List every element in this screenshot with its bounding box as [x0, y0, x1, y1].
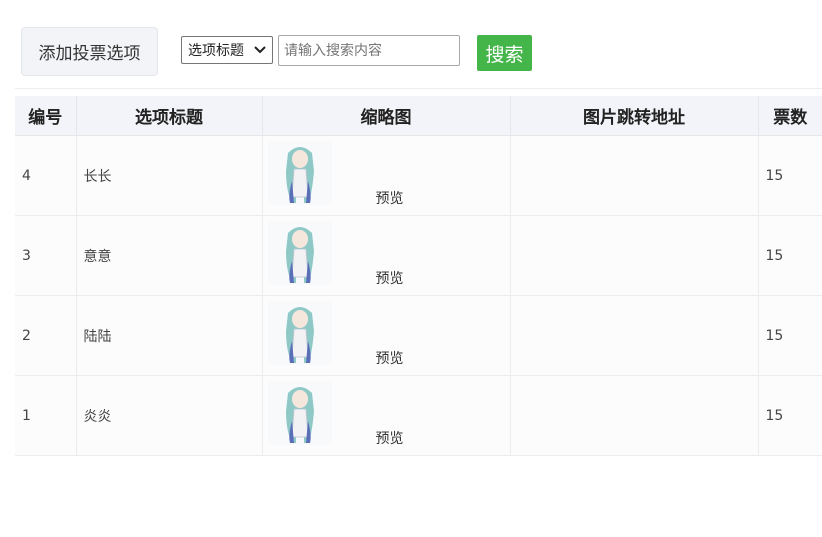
cell-id: 2 [15, 295, 77, 376]
cell-id: 3 [15, 215, 77, 296]
cell-votes: 15 [758, 135, 822, 216]
toolbar-divider [15, 88, 822, 89]
search-button[interactable]: 搜索 [477, 35, 532, 71]
cell-thumbnail: 预览 [262, 375, 511, 456]
cell-title: 意意 [76, 215, 263, 296]
cell-thumbnail: 预览 [262, 135, 511, 216]
table-row: 1 炎炎 预览 15 [15, 375, 822, 456]
cell-link [510, 295, 759, 376]
column-header-title: 选项标题 [76, 96, 263, 136]
chevron-down-icon [252, 42, 268, 58]
preview-link[interactable]: 预览 [376, 428, 404, 448]
table-row: 4 长长 预览 15 [15, 135, 822, 216]
search-field-select-value: 选项标题 [188, 43, 244, 59]
cell-link [510, 375, 759, 456]
column-header-votes: 票数 [758, 96, 822, 136]
preview-link[interactable]: 预览 [376, 348, 404, 368]
cell-thumbnail: 预览 [262, 215, 511, 296]
cell-link [510, 135, 759, 216]
table-header-row: 编号 选项标题 缩略图 图片跳转地址 票数 [15, 96, 822, 136]
character-image-icon [267, 141, 332, 205]
preview-link[interactable]: 预览 [376, 188, 404, 208]
character-image-icon [267, 221, 332, 285]
toolbar: 添加投票选项 选项标题 搜索 [0, 0, 822, 88]
character-image-icon [267, 301, 332, 365]
column-header-link: 图片跳转地址 [510, 96, 759, 136]
character-image-icon [267, 381, 332, 445]
cell-thumbnail: 预览 [262, 295, 511, 376]
table-row: 2 陆陆 预览 15 [15, 295, 822, 376]
vote-options-table: 编号 选项标题 缩略图 图片跳转地址 票数 4 长长 预览 15 3 意意 预览… [15, 96, 822, 456]
cell-id: 1 [15, 375, 77, 456]
search-field-select[interactable]: 选项标题 [181, 36, 273, 64]
cell-title: 陆陆 [76, 295, 263, 376]
cell-id: 4 [15, 135, 77, 216]
search-input[interactable] [278, 35, 460, 66]
cell-votes: 15 [758, 215, 822, 296]
table-row: 3 意意 预览 15 [15, 215, 822, 296]
column-header-id: 编号 [15, 96, 77, 136]
add-vote-option-button[interactable]: 添加投票选项 [21, 27, 158, 76]
cell-votes: 15 [758, 375, 822, 456]
column-header-thumbnail: 缩略图 [262, 96, 511, 136]
cell-link [510, 215, 759, 296]
cell-title: 炎炎 [76, 375, 263, 456]
preview-link[interactable]: 预览 [376, 268, 404, 288]
cell-title: 长长 [76, 135, 263, 216]
cell-votes: 15 [758, 295, 822, 376]
